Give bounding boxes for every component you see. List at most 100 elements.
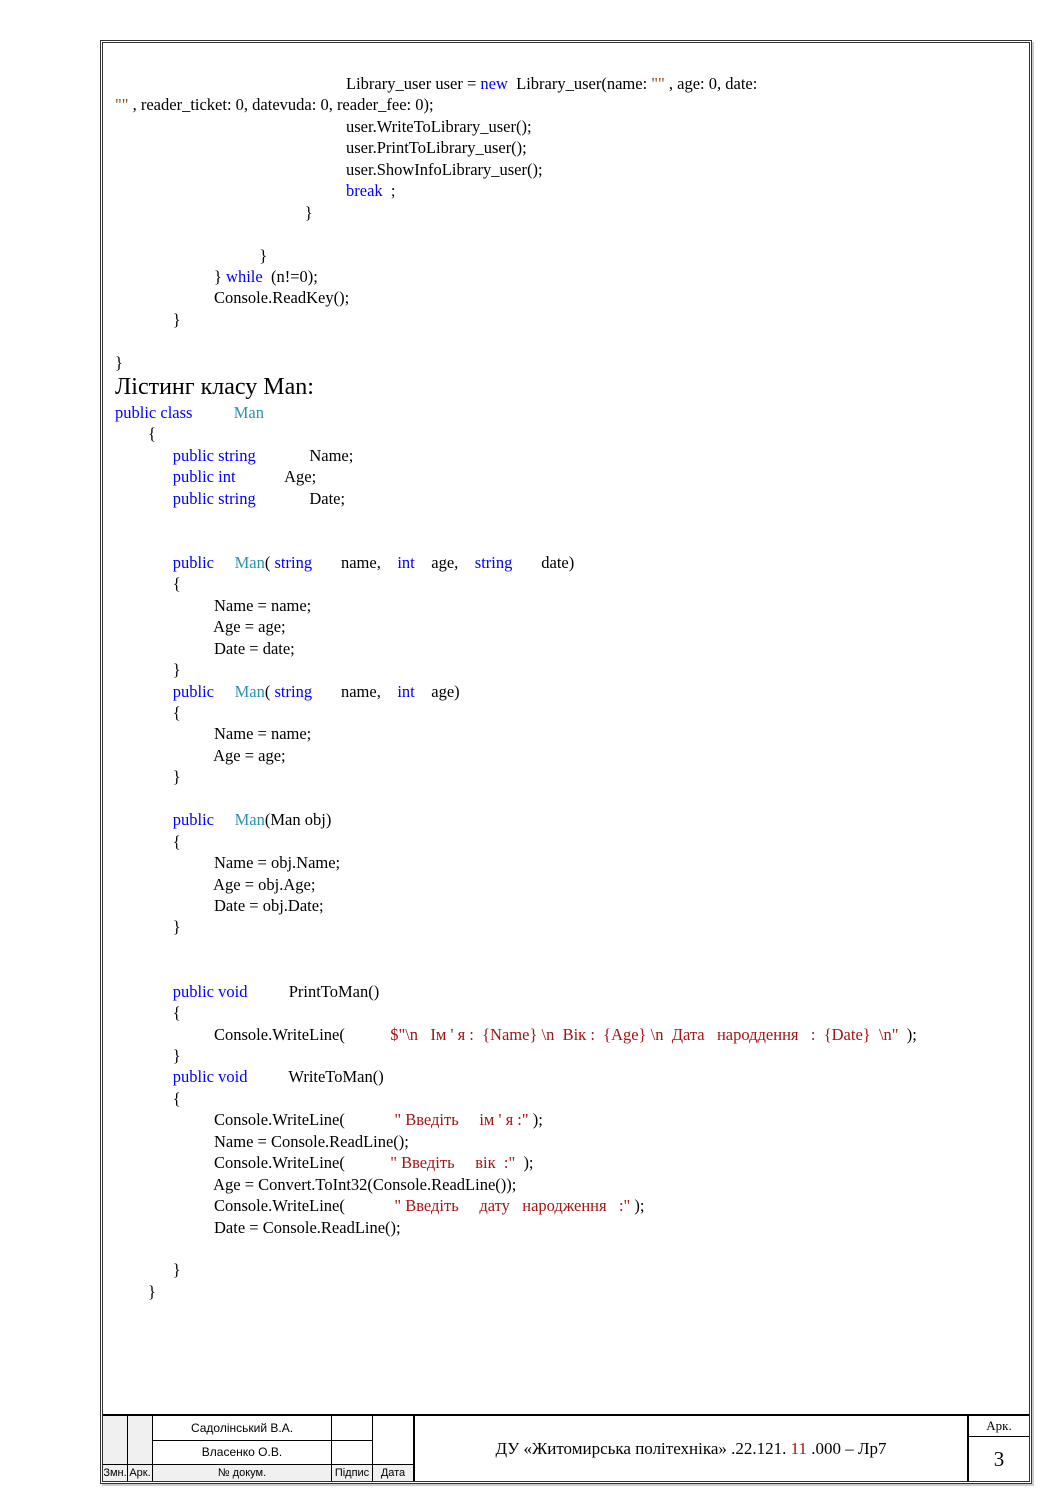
date-column	[373, 1416, 413, 1464]
code-text: name,	[312, 682, 385, 701]
keyword: public	[115, 810, 214, 829]
code-text: (	[265, 553, 275, 572]
code-text: Name = Console.ReadLine();	[115, 1132, 409, 1151]
title-block: Садолінський В.А. Власенко О.В. Змн. Арк…	[103, 1414, 1029, 1481]
string-literal: " Введіть ім ' я :"	[345, 1110, 529, 1129]
page: Library_user user = new Library_user(nam…	[0, 0, 1062, 1504]
code-text: Name = name;	[115, 724, 311, 743]
string-literal: $"	[345, 1025, 405, 1044]
code-text: Console.WriteLine(	[115, 1110, 345, 1129]
code-text: name,	[312, 553, 385, 572]
code-text: Date = Console.ReadLine();	[115, 1218, 401, 1237]
code-text: );	[899, 1025, 917, 1044]
code-text: user.WriteToLibrary_user();	[115, 117, 532, 136]
cell-empty	[103, 1416, 128, 1464]
code-text: Age = obj.Age;	[115, 875, 315, 894]
code-text: {	[115, 1089, 181, 1108]
code-text: }	[115, 660, 181, 679]
code-text: Age = Convert.ToInt32(Console.ReadLine()…	[115, 1175, 516, 1194]
code-text: , reader_ticket: 0, datevuda: 0, reader_…	[128, 95, 433, 114]
code-text: Age = age;	[115, 617, 286, 636]
label-pidpis: Підпис	[332, 1465, 373, 1481]
code-text: Date = date;	[115, 639, 295, 658]
author-name: Садолінський В.А.	[153, 1416, 331, 1441]
code-text: Age;	[236, 467, 317, 486]
names-row: Садолінський В.А. Власенко О.В.	[103, 1416, 413, 1464]
string-literal: " Введіть вік :"	[345, 1153, 515, 1172]
keyword: string	[475, 553, 513, 572]
code-text: age)	[415, 682, 460, 701]
cell-empty	[128, 1416, 153, 1464]
code-text: {	[115, 703, 181, 722]
label-ark: Арк.	[128, 1465, 153, 1481]
code-text: user.ShowInfoLibrary_user();	[115, 160, 543, 179]
string-literal: " Введіть дату народження :"	[345, 1196, 630, 1215]
type-name: Man	[192, 403, 264, 422]
title-block-right: Арк. 3	[969, 1416, 1029, 1481]
string-literal: \n"	[879, 1025, 899, 1044]
code-text: age,	[415, 553, 475, 572]
type-name: Man	[214, 810, 265, 829]
label-data: Дата	[373, 1465, 413, 1481]
code-text: }	[115, 1282, 156, 1301]
code-text: }	[115, 917, 181, 936]
cell-empty	[332, 1441, 372, 1465]
code-text: );	[529, 1110, 543, 1129]
string-literal: ""	[651, 74, 664, 93]
type-name: Man	[214, 682, 265, 701]
keyword: public class	[115, 403, 192, 422]
code-text: Library_user user =	[115, 74, 480, 93]
string-literal: \n Дата народдення : {Date}	[651, 1025, 879, 1044]
code-text: );	[515, 1153, 533, 1172]
code-text: {	[115, 424, 156, 443]
code-text: (	[265, 682, 275, 701]
keyword: int	[385, 682, 415, 701]
author-name: Власенко О.В.	[153, 1441, 331, 1465]
code-text: (n!=0);	[263, 267, 318, 286]
keyword-break: break	[346, 181, 383, 200]
code-text: , age: 0, date:	[665, 74, 762, 93]
keyword: public string	[115, 446, 256, 465]
document-number: ДУ «Житомирська політехніка» .22.121. 11…	[413, 1416, 969, 1481]
code-text: }	[115, 767, 181, 786]
document-frame: Library_user user = new Library_user(nam…	[100, 40, 1032, 1484]
code-text: }	[115, 267, 226, 286]
code-text	[115, 181, 346, 200]
labels-row: Змн. Арк. № докум. Підпис Дата	[103, 1464, 413, 1481]
code-text: PrintToMan()	[247, 982, 379, 1001]
names-column: Садолінський В.А. Власенко О.В.	[153, 1416, 332, 1464]
code-text: Console.WriteLine(	[115, 1025, 345, 1044]
code-text: ;	[383, 181, 396, 200]
code-listing: Library_user user = new Library_user(nam…	[115, 73, 1017, 1302]
code-text: Name = obj.Name;	[115, 853, 340, 872]
doc-title-c: .000 – Лр7	[807, 1439, 887, 1458]
label-ark-right: Арк.	[969, 1416, 1029, 1437]
label-zmn: Змн.	[103, 1465, 128, 1481]
page-number: 3	[969, 1437, 1029, 1481]
string-literal: ""	[115, 95, 128, 114]
title-block-left: Садолінський В.А. Власенко О.В. Змн. Арк…	[103, 1416, 413, 1481]
code-text: {	[115, 832, 181, 851]
section-heading: Лістинг класу Man:	[115, 374, 314, 400]
code-text: Name;	[256, 446, 354, 465]
code-text: Date = obj.Date;	[115, 896, 324, 915]
keyword: string	[275, 553, 313, 572]
keyword: public int	[115, 467, 236, 486]
keyword: public	[115, 682, 214, 701]
code-text: }	[115, 1260, 181, 1279]
keyword: int	[385, 553, 415, 572]
code-text: Age = age;	[115, 746, 286, 765]
code-text: );	[630, 1196, 644, 1215]
type-name: Man	[214, 553, 265, 572]
string-literal: \n Iм ' я : {Name}	[405, 1025, 541, 1044]
code-text: Console.ReadKey();	[115, 288, 349, 307]
keyword-while: while	[226, 267, 263, 286]
keyword: public void	[115, 982, 247, 1001]
keyword: public string	[115, 489, 256, 508]
string-literal: \n Вік : {Age}	[542, 1025, 651, 1044]
code-text: Library_user(name:	[508, 74, 651, 93]
code-text: }	[115, 203, 313, 222]
keyword: string	[275, 682, 313, 701]
code-text: Name = name;	[115, 596, 311, 615]
keyword: public void	[115, 1067, 247, 1086]
